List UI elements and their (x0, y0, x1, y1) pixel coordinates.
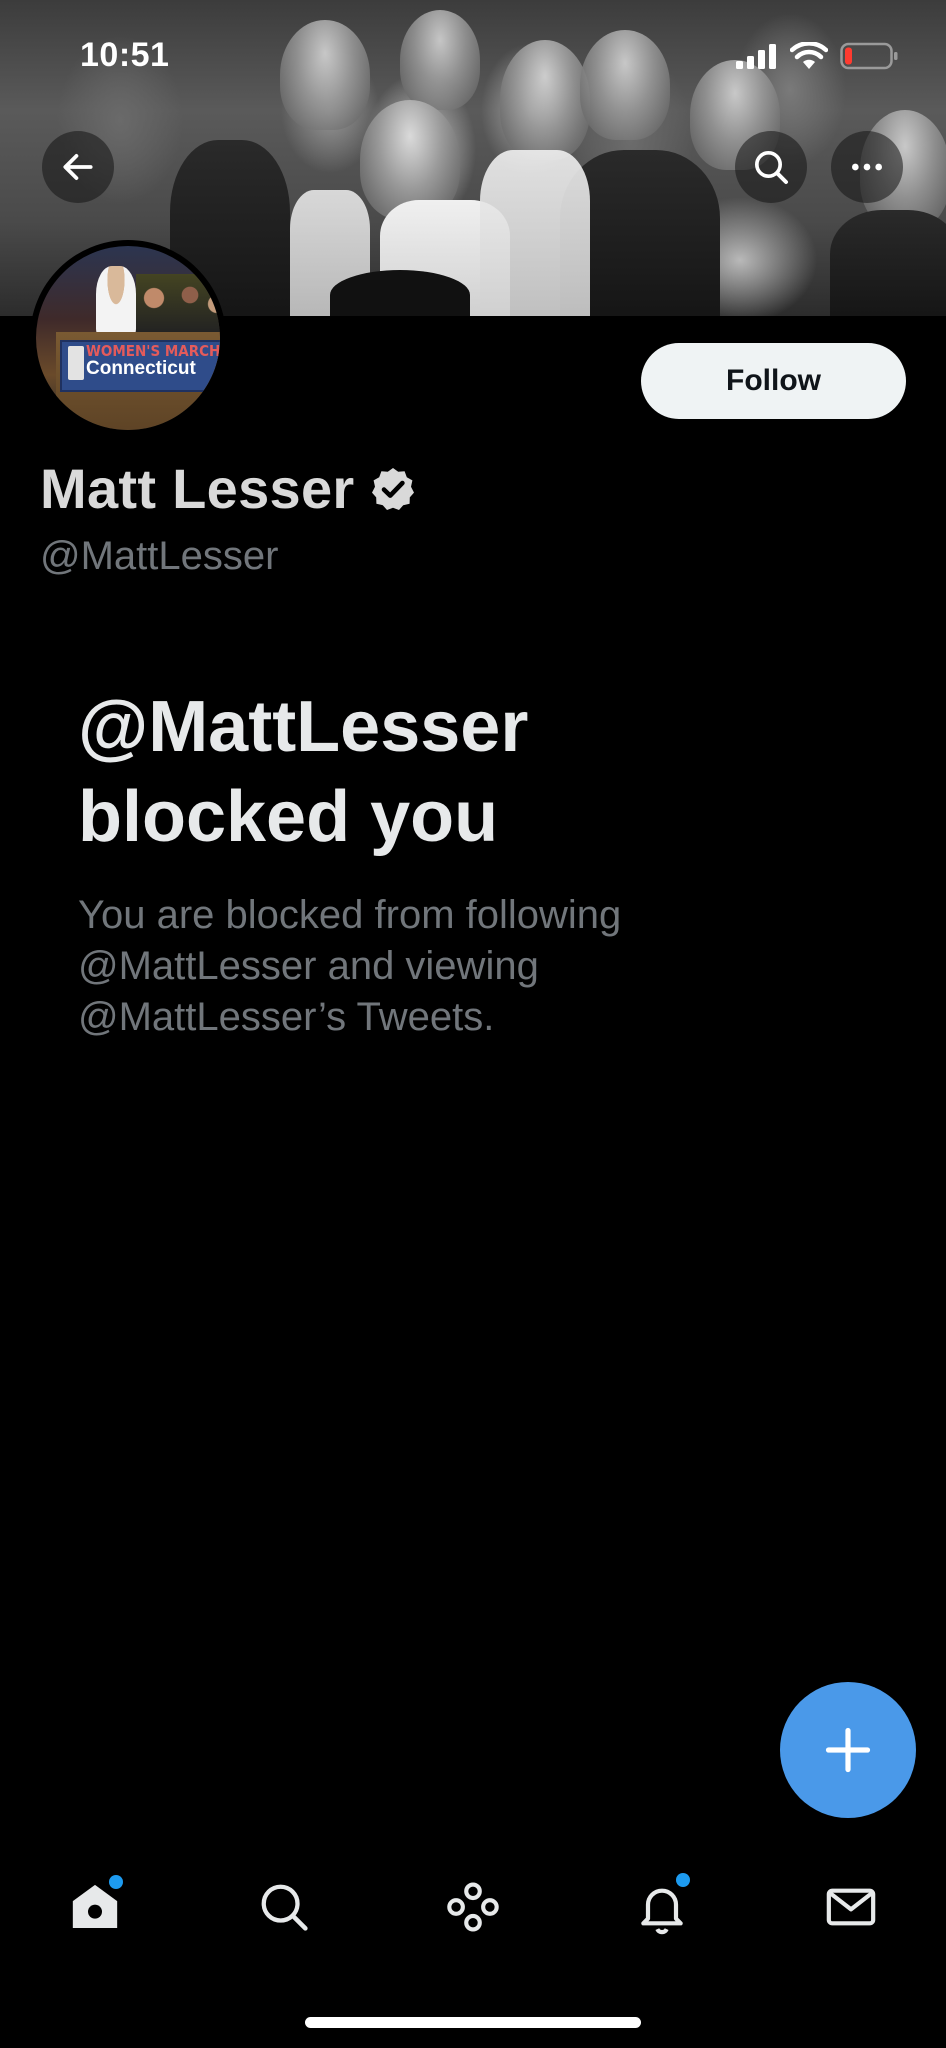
tab-explore[interactable] (244, 1867, 324, 1947)
blocked-description-line: You are blocked from following (78, 893, 622, 937)
plus-icon (825, 1727, 871, 1773)
verified-badge-icon (371, 467, 414, 510)
tab-spaces[interactable] (433, 1867, 513, 1947)
avatar-sign-main-text: Connecticut (86, 358, 196, 379)
more-horizontal-icon (852, 163, 882, 171)
blocked-title-line: blocked you (78, 777, 499, 857)
home-notification-dot (108, 1875, 123, 1889)
search-icon (261, 1884, 308, 1931)
blocked-description-line: @MattLesser and viewing (78, 944, 539, 988)
bottom-tab-bar (0, 1860, 946, 1954)
blocked-title: @MattLesser blocked you (78, 682, 798, 862)
battery-low-icon (840, 42, 898, 70)
profile-handle: @MattLesser (40, 534, 279, 578)
arrow-left-icon (63, 154, 93, 180)
tab-notifications[interactable] (622, 1867, 702, 1947)
wifi-icon (790, 42, 828, 69)
blocked-description-line: @MattLesser’s Tweets. (78, 995, 495, 1039)
status-time: 10:51 (80, 36, 170, 74)
home-indicator[interactable] (305, 2017, 641, 2028)
spaces-icon (447, 1882, 499, 1932)
tab-home[interactable] (55, 1867, 135, 1947)
blocked-description: You are blocked from following @MattLess… (78, 890, 798, 1043)
cellular-signal-icon (736, 44, 776, 69)
follow-button[interactable]: Follow (641, 343, 906, 419)
blocked-title-line: @MattLesser (78, 687, 529, 767)
back-button[interactable] (42, 131, 114, 203)
avatar-image: WOMEN'S MARCH Connecticut (36, 246, 220, 430)
display-name: Matt Lesser (40, 457, 355, 520)
status-icons (736, 42, 898, 70)
search-icon (755, 151, 788, 184)
profile-avatar[interactable]: WOMEN'S MARCH Connecticut (30, 240, 226, 436)
search-button[interactable] (735, 131, 807, 203)
profile-name-row: Matt Lesser (40, 456, 417, 521)
compose-tweet-button[interactable] (780, 1682, 916, 1818)
tab-messages[interactable] (811, 1867, 891, 1947)
mail-icon (827, 1888, 876, 1926)
more-button[interactable] (831, 131, 903, 203)
bell-icon (641, 1888, 683, 1935)
